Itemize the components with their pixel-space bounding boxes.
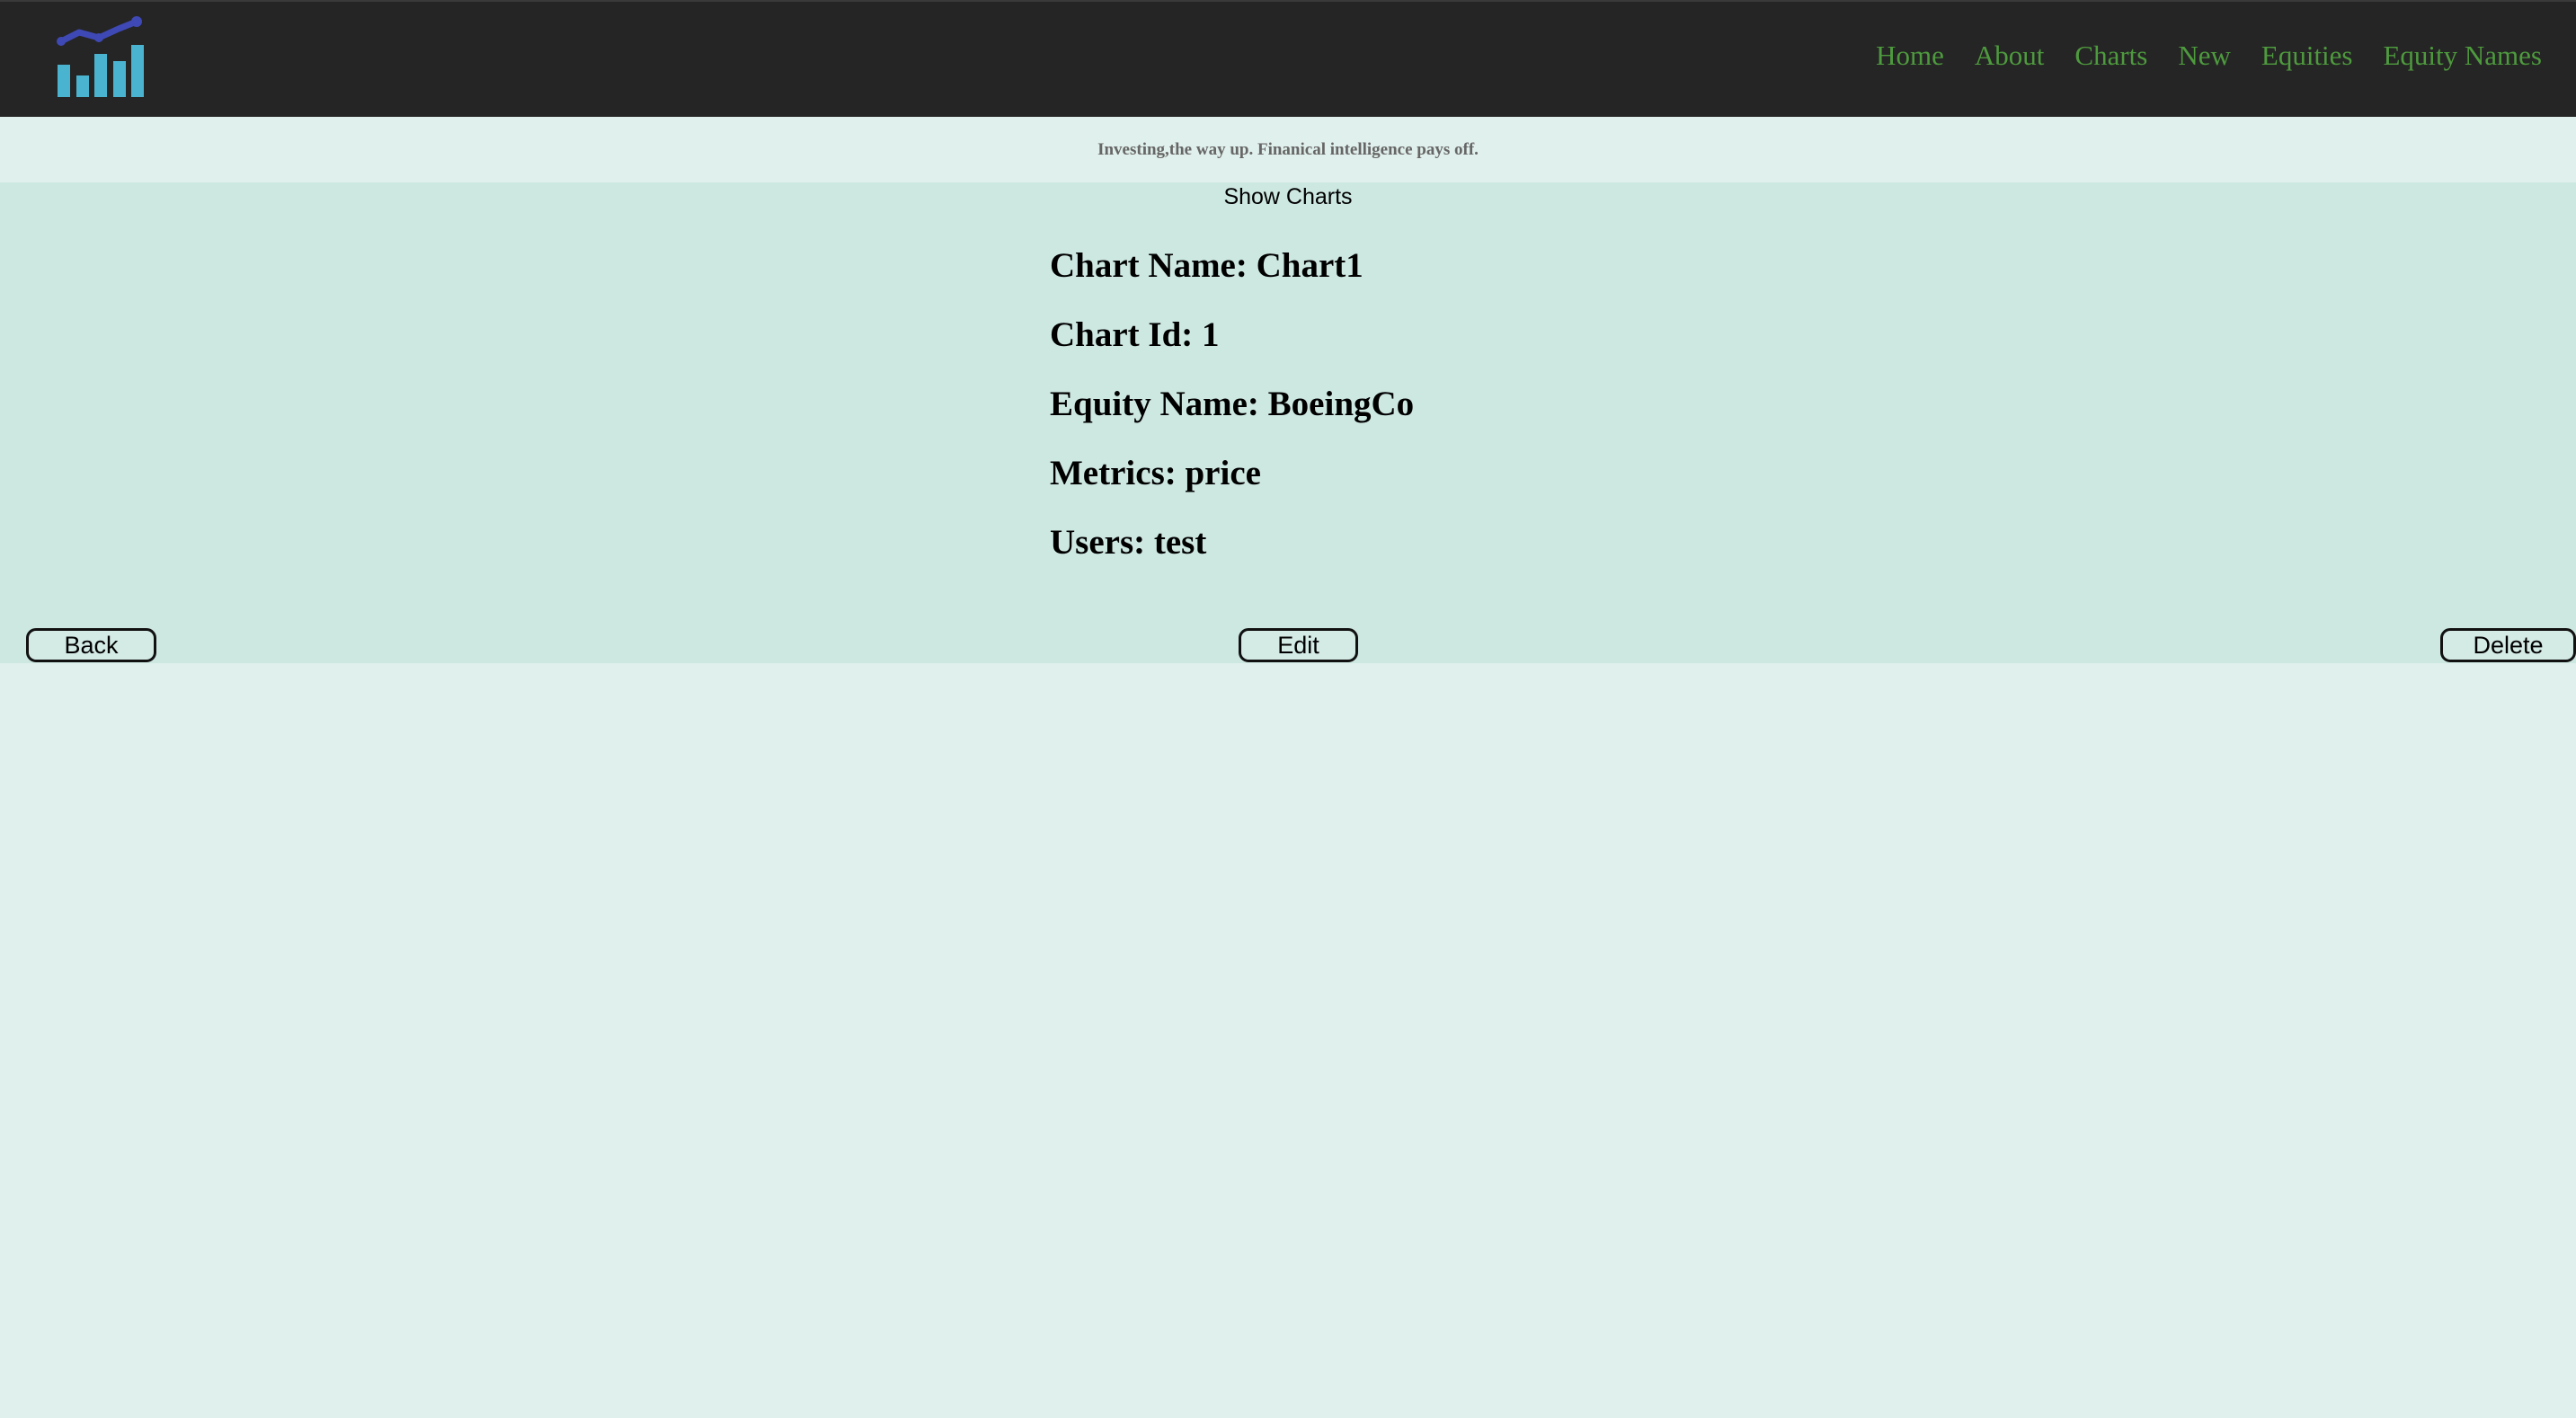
nav-link-charts[interactable]: Charts (2074, 41, 2147, 69)
nav-link-about[interactable]: About (1975, 41, 2045, 69)
tagline: Investing,the way up. Finanical intellig… (1097, 140, 1479, 159)
nav-link-home[interactable]: Home (1876, 41, 1944, 69)
edit-button[interactable]: Edit (1239, 628, 1358, 662)
nav-link-new[interactable]: New (2178, 41, 2231, 69)
delete-button[interactable]: Delete (2440, 628, 2576, 662)
main-nav: Home About Charts New Equities Equity Na… (1876, 41, 2542, 69)
chart-id-detail: Chart Id: 1 (1050, 315, 1220, 354)
chart-details-panel: Show Charts Chart Name: Chart1 Chart Id:… (0, 182, 2576, 663)
equity-name-detail: Equity Name: BoeingCo (1050, 385, 1415, 423)
back-button[interactable]: Back (26, 628, 156, 662)
page-title: Show Charts (1223, 184, 1353, 209)
tagline-bar: Investing,the way up. Finanical intellig… (0, 117, 2576, 182)
nav-link-equity-names[interactable]: Equity Names (2384, 41, 2543, 69)
navbar: Home About Charts New Equities Equity Na… (0, 0, 2576, 117)
nav-link-equities[interactable]: Equities (2261, 41, 2353, 69)
metrics-detail: Metrics: price (1050, 454, 1261, 492)
chart-name-detail: Chart Name: Chart1 (1050, 246, 1364, 285)
users-detail: Users: test (1050, 523, 1207, 562)
bar-chart-trend-logo[interactable] (54, 14, 147, 101)
